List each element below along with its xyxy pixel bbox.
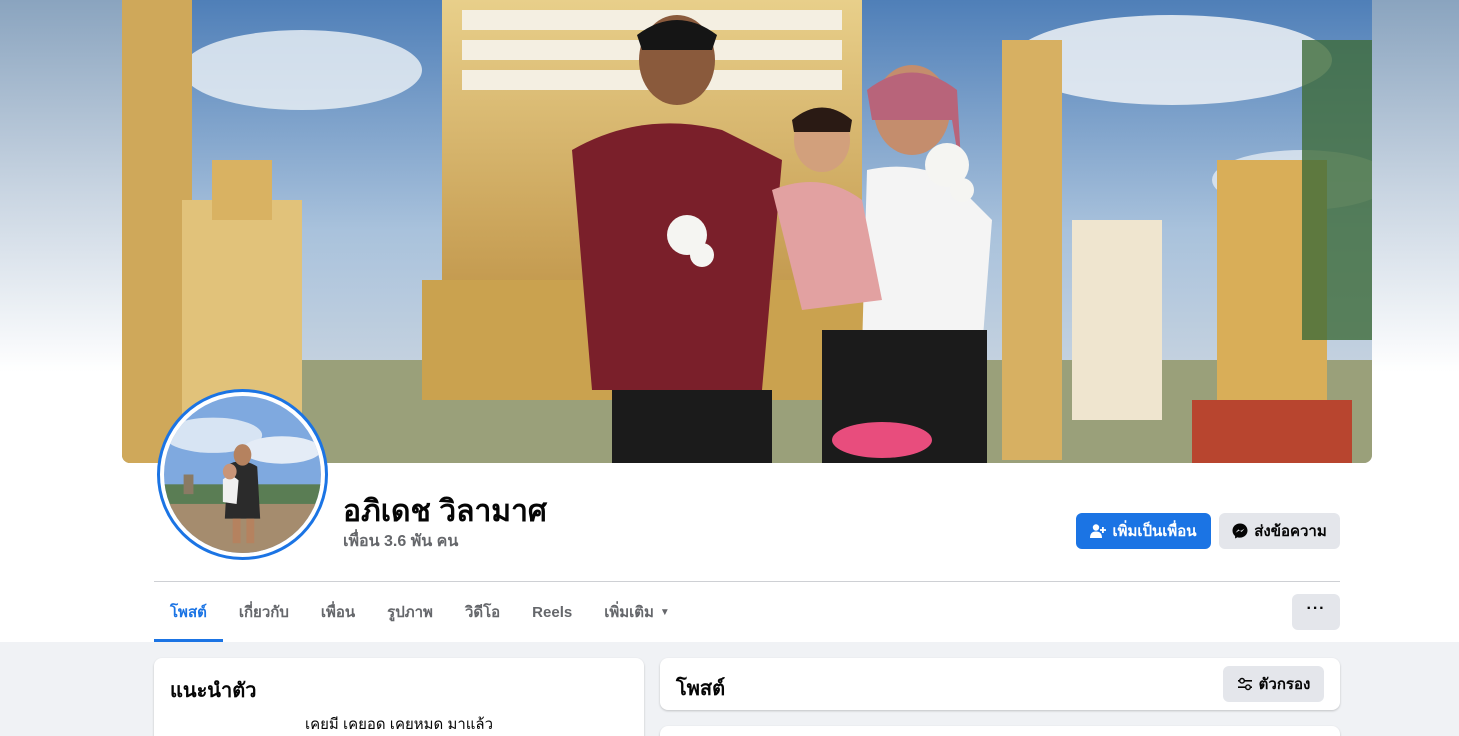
tab-about[interactable]: เกี่ยวกับ bbox=[223, 582, 305, 642]
intro-title: แนะนำตัว bbox=[170, 680, 257, 702]
posts-title: โพสต์ bbox=[676, 678, 726, 700]
profile-name: อภิเดช วิลามาศ bbox=[343, 495, 547, 528]
tab-photos[interactable]: รูปภาพ bbox=[371, 582, 449, 642]
tab-label: รูปภาพ bbox=[387, 604, 433, 621]
friends-count[interactable]: เพื่อน 3.6 พัน คน bbox=[343, 529, 458, 554]
tab-label: โพสต์ bbox=[170, 604, 207, 621]
tab-videos[interactable]: วิดีโอ bbox=[449, 582, 516, 642]
avatar-image bbox=[164, 396, 321, 553]
tab-reels[interactable]: Reels bbox=[516, 582, 588, 642]
add-friend-button[interactable]: เพิ่มเป็นเพื่อน bbox=[1076, 513, 1211, 549]
message-label: ส่งข้อความ bbox=[1254, 523, 1327, 540]
add-friend-label: เพิ่มเป็นเพื่อน bbox=[1112, 523, 1197, 540]
filter-sliders-icon bbox=[1237, 677, 1252, 691]
messenger-icon bbox=[1232, 523, 1248, 539]
avatar bbox=[164, 396, 321, 553]
profile-tabs: โพสต์ เกี่ยวกับ เพื่อน รูปภาพ วิดีโอ Ree… bbox=[154, 582, 686, 642]
intro-bio: เคยมี เคยอด เคยหมด มาแล้ว bbox=[304, 716, 494, 733]
caret-down-icon: ▼ bbox=[659, 606, 670, 618]
message-button[interactable]: ส่งข้อความ bbox=[1219, 513, 1340, 549]
filter-button[interactable]: ตัวกรอง bbox=[1223, 666, 1324, 702]
tab-label: Reels bbox=[532, 603, 573, 621]
tab-label: วิดีโอ bbox=[464, 604, 501, 621]
tab-posts[interactable]: โพสต์ bbox=[154, 582, 223, 642]
ellipsis-icon: ··· bbox=[1306, 600, 1326, 617]
intro-card: แนะนำตัว เคยมี เคยอด เคยหมด มาแล้ว bbox=[154, 658, 644, 736]
filter-label: ตัวกรอง bbox=[1258, 676, 1311, 693]
tab-label: เกี่ยวกับ bbox=[238, 604, 289, 621]
cover-photo-image bbox=[122, 0, 1372, 463]
tab-label: เพื่อน bbox=[320, 604, 356, 621]
tab-label: เพิ่มเติม bbox=[604, 604, 654, 621]
profile-picture[interactable] bbox=[157, 389, 328, 560]
tab-friends[interactable]: เพื่อน bbox=[305, 582, 371, 642]
more-options-button[interactable]: ··· bbox=[1292, 594, 1340, 630]
posts-header-card: โพสต์ ตัวกรอง bbox=[660, 658, 1340, 710]
user-plus-icon bbox=[1090, 524, 1107, 538]
tab-more[interactable]: เพิ่มเติม ▼ bbox=[588, 582, 686, 642]
cover-photo[interactable] bbox=[122, 0, 1372, 463]
post-composer-card bbox=[660, 726, 1340, 736]
